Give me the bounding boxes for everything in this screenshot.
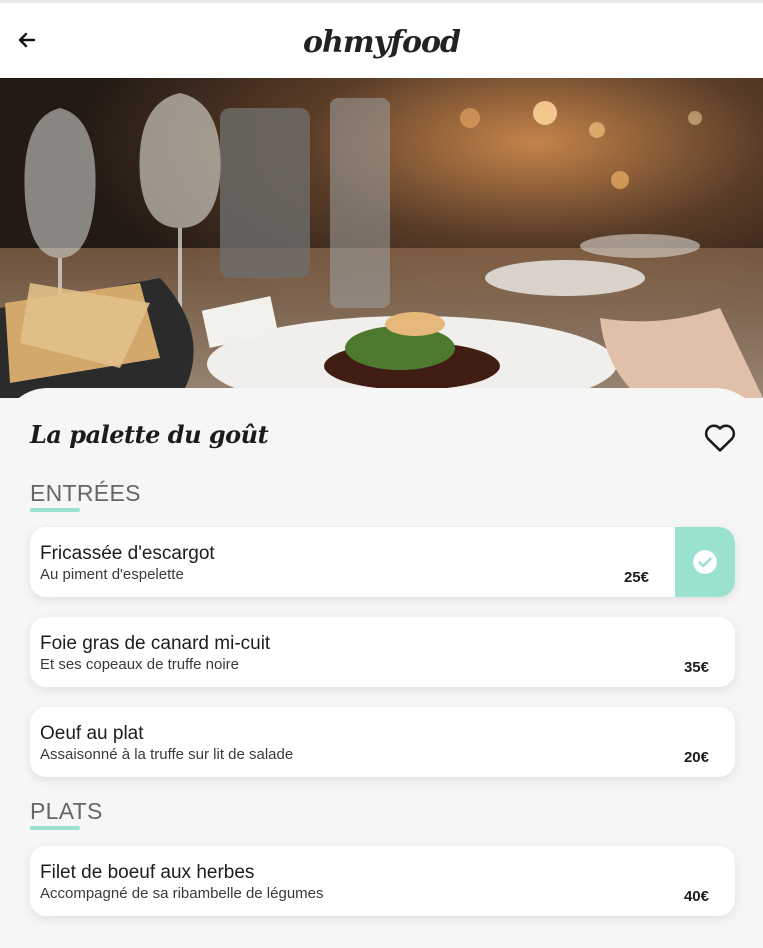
check-circle-icon [693,550,717,574]
menu-item-description: Au piment d'espelette [40,566,184,583]
menu-item-price: 40€ [683,888,709,905]
menu-item-description: Et ses copeaux de truffe noire [40,656,240,673]
menu-item-price: 25€ [623,569,649,586]
menu-item-filet-boeuf[interactable]: Filet de boeuf aux herbes Accompagné de … [30,846,735,916]
menu-item-name: Oeuf au plat [40,723,144,744]
heart-outline-icon [704,424,736,452]
menu-item-name: Fricassée d'escargot [40,543,215,564]
menu-item-foie-gras[interactable]: Foie gras de canard mi-cuit Et ses copea… [30,617,735,687]
menu-item-description: Accompagné de sa ribambelle de légumes [40,885,324,902]
menu-item-name: Foie gras de canard mi-cuit [40,633,271,654]
favorite-button[interactable] [703,421,737,453]
menu-item-fricassee-escargot[interactable]: Fricassée d'escargot Au piment d'espelet… [30,527,735,597]
restaurant-hero-image [0,78,763,398]
section-underline [30,508,80,512]
menu-item-oeuf-au-plat[interactable]: Oeuf au plat Assaisonné à la truffe sur … [30,707,735,777]
restaurant-title: La palette du goût [30,420,269,449]
app-logo[interactable]: ohmyfood [0,25,763,60]
section-title-plats: PLATS [30,798,103,824]
selected-indicator[interactable] [675,527,735,597]
menu-item-price: 35€ [683,659,709,676]
menu-item-name: Filet de boeuf aux herbes [40,862,255,883]
section-title-entrees: ENTRÉES [30,480,141,506]
section-underline [30,826,80,830]
app-header: ohmyfood [0,3,763,78]
menu-item-price: 20€ [683,749,709,766]
menu-item-description: Assaisonné à la truffe sur lit de salade [40,746,294,763]
